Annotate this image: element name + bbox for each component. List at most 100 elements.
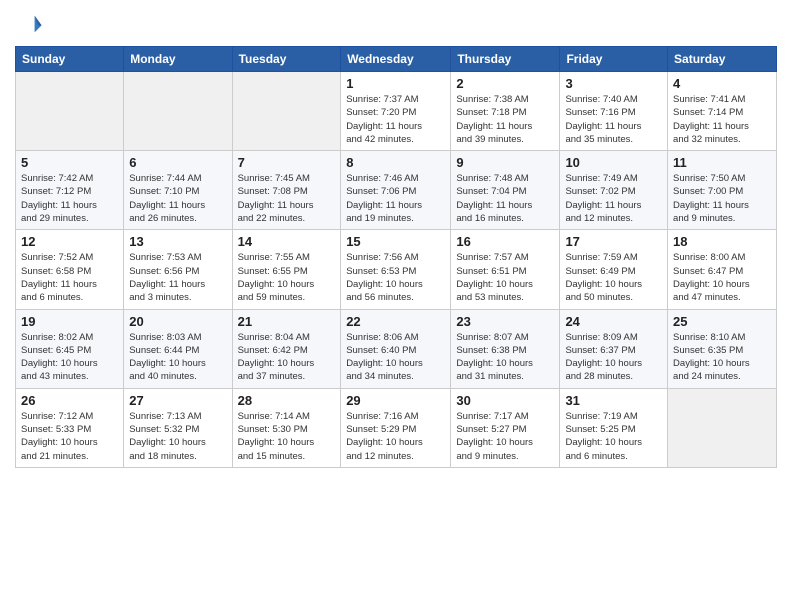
day-info: Sunrise: 7:37 AM Sunset: 7:20 PM Dayligh… <box>346 93 445 146</box>
calendar-cell: 3Sunrise: 7:40 AM Sunset: 7:16 PM Daylig… <box>560 72 668 151</box>
day-number: 10 <box>565 155 662 170</box>
calendar-cell: 17Sunrise: 7:59 AM Sunset: 6:49 PM Dayli… <box>560 230 668 309</box>
day-number: 19 <box>21 314 118 329</box>
day-info: Sunrise: 7:16 AM Sunset: 5:29 PM Dayligh… <box>346 410 445 463</box>
calendar-cell <box>124 72 232 151</box>
day-info: Sunrise: 7:42 AM Sunset: 7:12 PM Dayligh… <box>21 172 118 225</box>
calendar-cell: 21 Sunrise: 8:04 AM Sunset: 6:42 PM Dayli… <box>232 309 341 388</box>
day-number: 26 <box>21 393 118 408</box>
calendar-cell: 2Sunrise: 7:38 AM Sunset: 7:18 PM Daylig… <box>451 72 560 151</box>
calendar-cell: 13Sunrise: 7:53 AM Sunset: 6:56 PM Dayli… <box>124 230 232 309</box>
calendar-cell: 29 Sunrise: 7:16 AM Sunset: 5:29 PM Dayli… <box>341 388 451 467</box>
day-info: Sunrise: 7:49 AM Sunset: 7:02 PM Dayligh… <box>565 172 662 225</box>
day-number: 13 <box>129 234 226 249</box>
calendar-cell: 22Sunrise: 8:06 AM Sunset: 6:40 PM Dayli… <box>341 309 451 388</box>
calendar-cell: 14 Sunrise: 7:55 AM Sunset: 6:55 PM Dayli… <box>232 230 341 309</box>
day-info: Sunrise: 8:04 AM Sunset: 6:42 PM Dayligh… <box>238 331 336 384</box>
calendar-cell: 12 Sunrise: 7:52 AM Sunset: 6:58 PM Dayli… <box>16 230 124 309</box>
week-row-2: 5Sunrise: 7:42 AM Sunset: 7:12 PM Daylig… <box>16 151 777 230</box>
day-number: 20 <box>129 314 226 329</box>
calendar-cell: 28 Sunrise: 7:14 AM Sunset: 5:30 PM Dayli… <box>232 388 341 467</box>
weekday-header-sunday: Sunday <box>16 47 124 72</box>
header <box>15 10 777 38</box>
day-number: 6 <box>129 155 226 170</box>
day-number: 11 <box>673 155 771 170</box>
weekday-header-thursday: Thursday <box>451 47 560 72</box>
day-info: Sunrise: 7:50 AM Sunset: 7:00 PM Dayligh… <box>673 172 771 225</box>
calendar-cell: 6Sunrise: 7:44 AM Sunset: 7:10 PM Daylig… <box>124 151 232 230</box>
day-number: 17 <box>565 234 662 249</box>
weekday-header-saturday: Saturday <box>668 47 777 72</box>
calendar-cell: 27 Sunrise: 7:13 AM Sunset: 5:32 PM Dayli… <box>124 388 232 467</box>
day-number: 22 <box>346 314 445 329</box>
day-number: 30 <box>456 393 554 408</box>
calendar-cell: 8 Sunrise: 7:46 AM Sunset: 7:06 PM Daylig… <box>341 151 451 230</box>
day-info: Sunrise: 8:02 AM Sunset: 6:45 PM Dayligh… <box>21 331 118 384</box>
day-info: Sunrise: 8:10 AM Sunset: 6:35 PM Dayligh… <box>673 331 771 384</box>
weekday-header-tuesday: Tuesday <box>232 47 341 72</box>
day-number: 14 <box>238 234 336 249</box>
calendar-cell: 11 Sunrise: 7:50 AM Sunset: 7:00 PM Dayli… <box>668 151 777 230</box>
day-number: 21 <box>238 314 336 329</box>
day-number: 29 <box>346 393 445 408</box>
day-number: 4 <box>673 76 771 91</box>
week-row-5: 26 Sunrise: 7:12 AM Sunset: 5:33 PM Dayli… <box>16 388 777 467</box>
calendar-cell: 1 Sunrise: 7:37 AM Sunset: 7:20 PM Daylig… <box>341 72 451 151</box>
day-number: 28 <box>238 393 336 408</box>
weekday-header-friday: Friday <box>560 47 668 72</box>
calendar-cell: 20Sunrise: 8:03 AM Sunset: 6:44 PM Dayli… <box>124 309 232 388</box>
day-info: Sunrise: 7:52 AM Sunset: 6:58 PM Dayligh… <box>21 251 118 304</box>
day-number: 16 <box>456 234 554 249</box>
day-info: Sunrise: 8:07 AM Sunset: 6:38 PM Dayligh… <box>456 331 554 384</box>
day-info: Sunrise: 7:56 AM Sunset: 6:53 PM Dayligh… <box>346 251 445 304</box>
day-info: Sunrise: 7:46 AM Sunset: 7:06 PM Dayligh… <box>346 172 445 225</box>
day-number: 2 <box>456 76 554 91</box>
logo <box>15 10 47 38</box>
day-info: Sunrise: 7:13 AM Sunset: 5:32 PM Dayligh… <box>129 410 226 463</box>
calendar-cell: 15 Sunrise: 7:56 AM Sunset: 6:53 PM Dayli… <box>341 230 451 309</box>
calendar-cell: 30 Sunrise: 7:17 AM Sunset: 5:27 PM Dayli… <box>451 388 560 467</box>
day-info: Sunrise: 7:57 AM Sunset: 6:51 PM Dayligh… <box>456 251 554 304</box>
weekday-header-monday: Monday <box>124 47 232 72</box>
week-row-3: 12 Sunrise: 7:52 AM Sunset: 6:58 PM Dayli… <box>16 230 777 309</box>
calendar-cell: 5Sunrise: 7:42 AM Sunset: 7:12 PM Daylig… <box>16 151 124 230</box>
calendar-cell: 31 Sunrise: 7:19 AM Sunset: 5:25 PM Dayli… <box>560 388 668 467</box>
logo-icon <box>15 10 43 38</box>
calendar-cell <box>232 72 341 151</box>
day-info: Sunrise: 7:12 AM Sunset: 5:33 PM Dayligh… <box>21 410 118 463</box>
calendar-cell: 19 Sunrise: 8:02 AM Sunset: 6:45 PM Dayli… <box>16 309 124 388</box>
day-number: 8 <box>346 155 445 170</box>
day-number: 24 <box>565 314 662 329</box>
calendar-cell: 26 Sunrise: 7:12 AM Sunset: 5:33 PM Dayli… <box>16 388 124 467</box>
calendar-cell: 23 Sunrise: 8:07 AM Sunset: 6:38 PM Dayli… <box>451 309 560 388</box>
day-number: 25 <box>673 314 771 329</box>
day-info: Sunrise: 7:14 AM Sunset: 5:30 PM Dayligh… <box>238 410 336 463</box>
day-info: Sunrise: 7:45 AM Sunset: 7:08 PM Dayligh… <box>238 172 336 225</box>
calendar-cell: 9 Sunrise: 7:48 AM Sunset: 7:04 PM Daylig… <box>451 151 560 230</box>
day-number: 27 <box>129 393 226 408</box>
calendar-cell: 10 Sunrise: 7:49 AM Sunset: 7:02 PM Dayli… <box>560 151 668 230</box>
day-number: 23 <box>456 314 554 329</box>
day-number: 31 <box>565 393 662 408</box>
day-number: 1 <box>346 76 445 91</box>
day-number: 12 <box>21 234 118 249</box>
page: SundayMondayTuesdayWednesdayThursdayFrid… <box>0 0 792 483</box>
day-info: Sunrise: 7:55 AM Sunset: 6:55 PM Dayligh… <box>238 251 336 304</box>
day-info: Sunrise: 7:17 AM Sunset: 5:27 PM Dayligh… <box>456 410 554 463</box>
day-number: 15 <box>346 234 445 249</box>
day-info: Sunrise: 8:00 AM Sunset: 6:47 PM Dayligh… <box>673 251 771 304</box>
day-number: 9 <box>456 155 554 170</box>
calendar-cell: 4Sunrise: 7:41 AM Sunset: 7:14 PM Daylig… <box>668 72 777 151</box>
calendar-cell <box>668 388 777 467</box>
calendar-cell: 24 Sunrise: 8:09 AM Sunset: 6:37 PM Dayli… <box>560 309 668 388</box>
day-info: Sunrise: 7:19 AM Sunset: 5:25 PM Dayligh… <box>565 410 662 463</box>
day-info: Sunrise: 7:48 AM Sunset: 7:04 PM Dayligh… <box>456 172 554 225</box>
calendar-cell: 7Sunrise: 7:45 AM Sunset: 7:08 PM Daylig… <box>232 151 341 230</box>
week-row-4: 19 Sunrise: 8:02 AM Sunset: 6:45 PM Dayli… <box>16 309 777 388</box>
calendar-cell: 18Sunrise: 8:00 AM Sunset: 6:47 PM Dayli… <box>668 230 777 309</box>
calendar: SundayMondayTuesdayWednesdayThursdayFrid… <box>15 46 777 468</box>
calendar-cell <box>16 72 124 151</box>
day-info: Sunrise: 8:09 AM Sunset: 6:37 PM Dayligh… <box>565 331 662 384</box>
calendar-cell: 25 Sunrise: 8:10 AM Sunset: 6:35 PM Dayli… <box>668 309 777 388</box>
day-number: 3 <box>565 76 662 91</box>
